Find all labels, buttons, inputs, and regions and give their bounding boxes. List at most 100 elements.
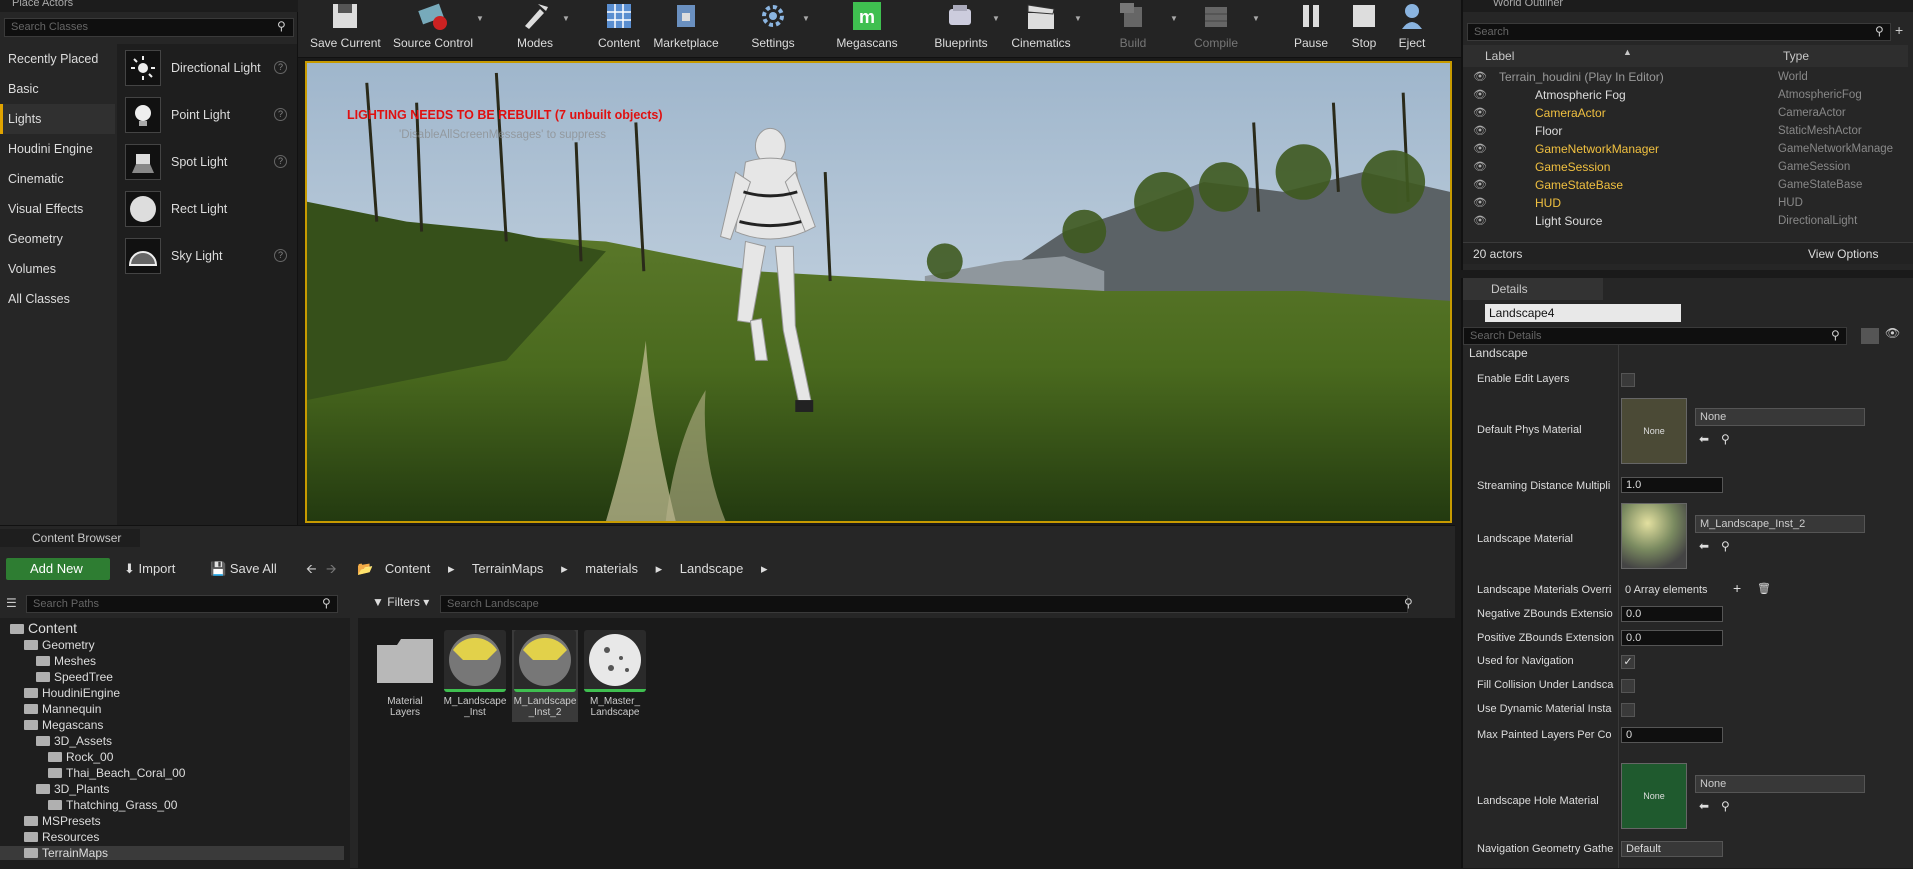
sources-toggle-icon[interactable]: ☰: [6, 596, 17, 610]
search-classes-input[interactable]: Search Classes: [4, 18, 294, 37]
marketplace-button[interactable]: Marketplace: [650, 0, 722, 56]
eye-icon[interactable]: 👁: [1473, 158, 1487, 176]
outliner-row[interactable]: 👁 GameStateBase GameStateBase: [1463, 176, 1908, 194]
content-button[interactable]: Content: [594, 0, 644, 56]
details-search-input[interactable]: Search Details: [1463, 327, 1847, 345]
chevron-right-icon[interactable]: ▸: [561, 561, 568, 576]
help-icon[interactable]: ?: [274, 249, 287, 262]
filters-button[interactable]: ▼ Filters ▾: [372, 595, 429, 609]
category-lights[interactable]: Lights: [0, 104, 115, 134]
search-paths-input[interactable]: Search Paths: [26, 595, 338, 613]
asset-m-landscape-inst-2[interactable]: M_Landscape _Inst_2: [512, 630, 578, 722]
megascans-button[interactable]: m Megascans: [834, 0, 900, 56]
add-folder-icon[interactable]: +: [1895, 22, 1903, 38]
checkbox-checked[interactable]: ✓: [1621, 655, 1635, 669]
chevron-down-icon[interactable]: ▼: [1252, 14, 1260, 23]
search-icon[interactable]: ⚲: [1721, 432, 1730, 446]
category-geometry[interactable]: Geometry: [0, 224, 115, 254]
build-button[interactable]: Build: [1106, 0, 1160, 56]
category-houdini-engine[interactable]: Houdini Engine: [0, 134, 115, 164]
asset-m-master-landscape[interactable]: M_Master_ Landscape: [582, 630, 648, 718]
tree-item[interactable]: Resources: [24, 830, 99, 844]
help-icon[interactable]: ?: [274, 108, 287, 121]
chevron-down-icon[interactable]: ▼: [992, 14, 1000, 23]
outliner-row[interactable]: 👁 Light Source DirectionalLight: [1463, 212, 1908, 230]
stop-button[interactable]: Stop: [1344, 0, 1384, 56]
actor-rect-light[interactable]: Rect Light?: [117, 185, 297, 232]
import-button[interactable]: ⬇ Import: [124, 561, 175, 577]
tree-item[interactable]: SpeedTree: [36, 670, 113, 684]
eye-icon[interactable]: 👁: [1473, 194, 1487, 212]
tree-item[interactable]: Content: [10, 620, 77, 636]
eye-icon[interactable]: 👁: [1473, 176, 1487, 194]
compile-button[interactable]: Compile: [1186, 0, 1246, 56]
outliner-row[interactable]: 👁 Atmospheric Fog AtmosphericFog: [1463, 86, 1908, 104]
hole-material-thumbnail[interactable]: None: [1621, 763, 1687, 829]
modes-button[interactable]: Modes: [508, 0, 562, 56]
section-landscape[interactable]: Landscape: [1469, 346, 1528, 360]
outliner-row[interactable]: 👁 Floor StaticMeshActor: [1463, 122, 1908, 140]
breadcrumb-terrainmaps[interactable]: TerrainMaps: [472, 561, 544, 576]
tree-item[interactable]: MSPresets: [24, 814, 101, 828]
search-icon[interactable]: ⚲: [277, 19, 286, 33]
checkbox[interactable]: [1621, 703, 1635, 717]
forward-arrow-icon[interactable]: 🡪: [326, 560, 337, 582]
eye-icon[interactable]: 👁: [1473, 104, 1487, 122]
search-assets-input[interactable]: Search Landscape: [440, 595, 1408, 613]
chevron-down-icon[interactable]: ▼: [1074, 14, 1082, 23]
eject-button[interactable]: Eject: [1392, 0, 1432, 56]
asset-m-landscape-inst[interactable]: M_Landscape _Inst: [442, 630, 508, 718]
arrow-left-icon[interactable]: ⬅: [1699, 539, 1709, 553]
pause-button[interactable]: Pause: [1288, 0, 1334, 56]
actor-spot-light[interactable]: Spot Light?: [117, 138, 297, 185]
tree-item[interactable]: HoudiniEngine: [24, 686, 120, 700]
pos-zbounds-input[interactable]: 0.0: [1621, 630, 1723, 646]
outliner-search-input[interactable]: Search: [1467, 23, 1891, 41]
help-icon[interactable]: ?: [274, 61, 287, 74]
help-icon[interactable]: ?: [274, 155, 287, 168]
outliner-row[interactable]: 👁 GameSession GameSession: [1463, 158, 1908, 176]
nav-geometry-dropdown[interactable]: Default: [1621, 841, 1723, 857]
sort-up-icon[interactable]: ▲: [1623, 47, 1632, 57]
search-icon[interactable]: ⚲: [1721, 799, 1730, 813]
tree-item[interactable]: 3D_Assets: [36, 734, 112, 748]
outliner-row[interactable]: 👁 CameraActor CameraActor: [1463, 104, 1908, 122]
cinematics-button[interactable]: Cinematics: [1008, 0, 1074, 56]
breadcrumb-materials[interactable]: materials: [585, 561, 638, 576]
search-icon[interactable]: ⚲: [1404, 596, 1413, 610]
chevron-right-icon[interactable]: ▸: [656, 561, 663, 576]
neg-zbounds-input[interactable]: 0.0: [1621, 606, 1723, 622]
tree-item[interactable]: Mannequin: [24, 702, 101, 716]
chevron-down-icon[interactable]: ▼: [562, 14, 570, 23]
tree-item[interactable]: Megascans: [24, 718, 103, 732]
category-cinematic[interactable]: Cinematic: [0, 164, 115, 194]
outliner-row[interactable]: 👁 HUD HUD: [1463, 194, 1908, 212]
phys-material-dropdown[interactable]: None: [1695, 408, 1865, 426]
checkbox[interactable]: [1621, 679, 1635, 693]
save-current-button[interactable]: Save Current: [310, 0, 381, 56]
details-tab[interactable]: Details: [1463, 278, 1603, 300]
search-icon[interactable]: ⚲: [322, 596, 331, 610]
breadcrumb-landscape[interactable]: Landscape: [680, 561, 744, 576]
actor-name-field[interactable]: Landscape4: [1485, 304, 1681, 322]
tree-item[interactable]: Rock_00: [48, 750, 113, 764]
eye-icon[interactable]: 👁: [1473, 212, 1487, 230]
category-all-classes[interactable]: All Classes: [0, 284, 115, 314]
breadcrumb-content[interactable]: Content: [385, 561, 431, 576]
trash-icon[interactable]: 🗑: [1757, 582, 1771, 595]
add-element-icon[interactable]: +: [1733, 580, 1741, 596]
actor-sky-light[interactable]: Sky Light?: [117, 232, 297, 279]
tree-item[interactable]: Thatching_Grass_00: [48, 798, 177, 812]
eye-icon[interactable]: 👁: [1473, 68, 1487, 86]
property-matrix-icon[interactable]: [1861, 328, 1879, 344]
search-icon[interactable]: ⚲: [1721, 539, 1730, 553]
level-viewport[interactable]: LIGHTING NEEDS TO BE REBUILT (7 unbuilt …: [305, 61, 1452, 523]
view-options-button[interactable]: View Options: [1808, 247, 1878, 261]
category-volumes[interactable]: Volumes: [0, 254, 115, 284]
eye-icon[interactable]: 👁: [1473, 122, 1487, 140]
content-browser-tab[interactable]: Content Browser: [0, 529, 140, 547]
category-visual-effects[interactable]: Visual Effects: [0, 194, 115, 224]
place-actors-tab[interactable]: Place Actors: [0, 0, 298, 12]
actor-point-light[interactable]: Point Light?: [117, 91, 297, 138]
chevron-down-icon[interactable]: ▼: [1170, 14, 1178, 23]
